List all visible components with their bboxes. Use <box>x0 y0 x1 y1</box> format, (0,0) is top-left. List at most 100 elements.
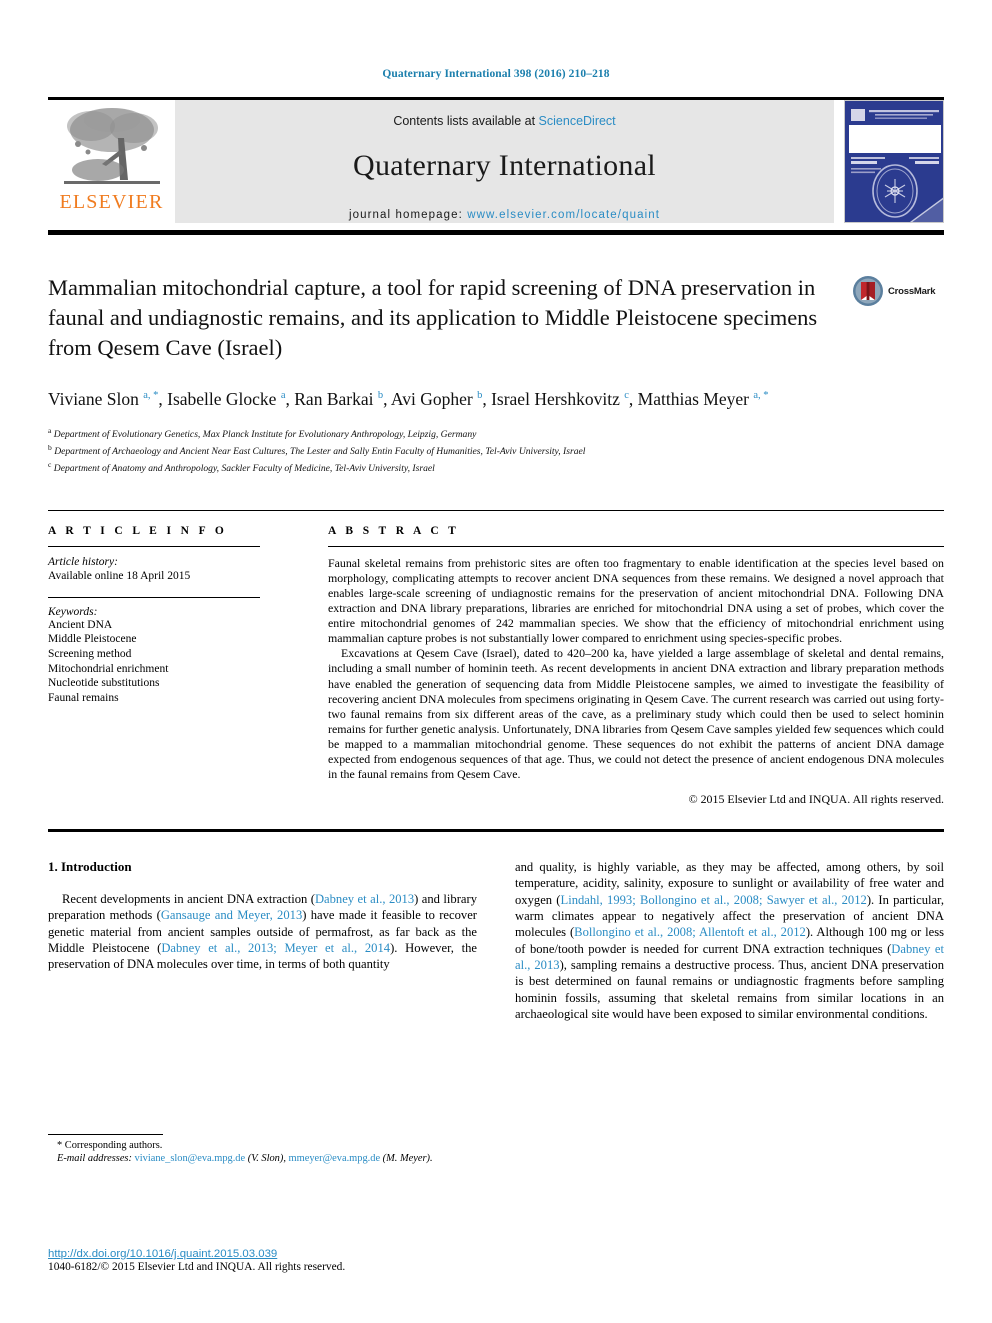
citation-link[interactable]: Dabney et al., 2013 <box>315 892 414 906</box>
affiliation-item: b Department of Archaeology and Ancient … <box>48 442 944 459</box>
keywords-label: Keywords: <box>48 605 98 618</box>
email-owner-meyer: (M. Meyer). <box>382 1153 433 1165</box>
keyword-item: Nucleotide substitutions <box>48 677 160 690</box>
affiliation-text: Department of Anatomy and Anthropology, … <box>53 462 435 474</box>
article-info-heading: A R T I C L E I N F O <box>48 524 228 537</box>
article-info-rule <box>48 545 260 547</box>
section-heading-introduction: 1. Introduction <box>48 859 132 875</box>
abstract-paragraph: Faunal skeletal remains from prehistoric… <box>328 555 944 646</box>
masthead-bottom-rule <box>48 230 944 235</box>
crossmark-badge[interactable]: CrossMark <box>852 275 944 307</box>
article-history: Article history: Available online 18 Apr… <box>48 555 260 584</box>
elsevier-tree-icon <box>63 108 160 184</box>
journal-masthead: ELSEVIER Contents lists available at Sci… <box>48 97 944 223</box>
abstract-rule <box>328 545 944 547</box>
email-owner-slon: (V. Slon), <box>247 1153 286 1165</box>
author-item: Ran Barkai b, <box>294 389 391 409</box>
keyword-item: Mitochondrial enrichment <box>48 662 169 675</box>
intro-paragraph-left: Recent developments in ancient DNA extra… <box>48 891 477 972</box>
footnote-rule <box>48 1134 163 1135</box>
journal-cover-thumbnail <box>844 100 944 223</box>
author-list: Viviane Slon a, *, Isabelle Glocke a, Ra… <box>48 383 848 412</box>
keyword-item: Faunal remains <box>48 691 119 704</box>
citation-link[interactable]: Lindahl, 1993; Bollongino et al., 2008; … <box>561 893 867 907</box>
abstract-heading: A B S T R A C T <box>328 524 460 537</box>
author-name: Avi Gopher <box>390 388 473 409</box>
author-sep: , <box>628 388 638 409</box>
doi-link[interactable]: http://dx.doi.org/10.1016/j.quaint.2015.… <box>48 1248 518 1260</box>
body-text-run: ), sampling remains a destructive proces… <box>515 957 944 1021</box>
footnote-block: * Corresponding authors. E-mail addresse… <box>48 1134 477 1166</box>
article-history-label: Article history: <box>48 555 118 568</box>
contents-available-line: Contents lists available at ScienceDirec… <box>393 114 615 128</box>
affiliation-item: a Department of Evolutionary Genetics, M… <box>48 425 944 442</box>
abstract-paragraph: Excavations at Qesem Cave (Israel), date… <box>328 646 944 782</box>
author-name: Ran Barkai <box>294 388 374 409</box>
keyword-item: Screening method <box>48 647 132 660</box>
article-page: Quaternary International 398 (2016) 210–… <box>0 0 992 1323</box>
doi-block: http://dx.doi.org/10.1016/j.quaint.2015.… <box>48 1248 518 1273</box>
abstract-copyright: © 2015 Elsevier Ltd and INQUA. All right… <box>688 792 944 807</box>
author-item: Israel Hershkovitz c, <box>491 389 638 409</box>
affiliation-mark: a <box>48 425 52 435</box>
affiliation-text: Department of Evolutionary Genetics, Max… <box>53 429 477 441</box>
corresponding-author-note: * Corresponding authors. <box>57 1140 163 1151</box>
author-sep: , <box>383 388 391 409</box>
body-text-run: Recent developments in ancient DNA extra… <box>62 892 315 907</box>
article-history-value: Available online 18 April 2015 <box>48 570 191 583</box>
author-name: Isabelle Glocke <box>167 388 277 409</box>
email-link-slon[interactable]: viviane_slon@eva.mpg.de <box>135 1153 246 1164</box>
sciencedirect-link[interactable]: ScienceDirect <box>539 114 616 128</box>
body-column-right: and quality, is highly variable, as they… <box>515 859 944 1022</box>
author-marks: a, * <box>753 390 769 401</box>
homepage-label: journal homepage: <box>348 209 463 221</box>
keywords-list: Ancient DNA Middle Pleistocene Screening… <box>48 618 260 706</box>
email-note: E-mail addresses: viviane_slon@eva.mpg.d… <box>48 1152 477 1165</box>
citation-link[interactable]: Gansauge and Meyer, 2013 <box>161 908 302 922</box>
elsevier-logo: ELSEVIER <box>48 100 175 223</box>
crossmark-icon <box>853 276 883 306</box>
email-label: E-mail addresses: <box>57 1153 132 1165</box>
author-item: Isabelle Glocke a, <box>167 389 294 409</box>
affiliation-mark: b <box>48 442 52 452</box>
author-name: Israel Hershkovitz <box>491 388 620 409</box>
affiliation-item: c Department of Anatomy and Anthropology… <box>48 459 944 476</box>
homepage-url-link[interactable]: www.elsevier.com/locate/quaint <box>467 209 660 221</box>
author-item: Viviane Slon a, *, <box>48 389 167 409</box>
author-item: Avi Gopher b, <box>391 389 491 409</box>
contents-prefix: Contents lists available at <box>393 114 536 128</box>
affiliation-list: a Department of Evolutionary Genetics, M… <box>48 425 944 476</box>
title-block: Mammalian mitochondrial capture, a tool … <box>48 273 944 476</box>
running-head: Quaternary International 398 (2016) 210–… <box>382 68 610 80</box>
affiliation-mark: c <box>48 459 52 469</box>
author-name: Viviane Slon <box>48 388 139 409</box>
keyword-item: Ancient DNA <box>48 618 113 631</box>
journal-title: Quaternary International <box>353 149 656 182</box>
keyword-item: Middle Pleistocene <box>48 633 137 646</box>
author-name: Matthias Meyer <box>637 388 749 409</box>
author-item: Matthias Meyer a, * <box>638 389 769 409</box>
crossmark-label: CrossMark <box>888 285 936 297</box>
author-sep: , <box>482 388 492 409</box>
citation-link[interactable]: Bollongino et al., 2008; Allentoft et al… <box>574 925 806 939</box>
abstract-column: A B S T R A C T Faunal skeletal remains … <box>284 525 944 807</box>
article-info-column: A R T I C L E I N F O Article history: A… <box>48 525 284 807</box>
info-abstract-region: A R T I C L E I N F O Article history: A… <box>48 509 944 807</box>
affiliation-text: Department of Archaeology and Ancient Ne… <box>54 446 586 457</box>
body-column-left: 1. Introduction Recent developments in a… <box>48 859 477 1022</box>
body-columns: 1. Introduction Recent developments in a… <box>48 859 944 1022</box>
author-sep: , <box>285 388 295 409</box>
intro-paragraph-right: and quality, is highly variable, as they… <box>515 859 944 1022</box>
keywords-block: Keywords: Ancient DNA Middle Pleistocene… <box>48 596 260 706</box>
journal-homepage-line: journal homepage: www.elsevier.com/locat… <box>349 209 660 221</box>
author-sep: , <box>158 388 168 409</box>
author-marks: a, * <box>143 390 159 401</box>
page-title: Mammalian mitochondrial capture, a tool … <box>48 275 818 360</box>
abstract-bottom-rule <box>48 829 944 833</box>
journal-cover-image <box>845 101 943 222</box>
issn-copyright-line: 1040-6182/© 2015 Elsevier Ltd and INQUA.… <box>48 1261 346 1273</box>
email-link-meyer[interactable]: mmeyer@eva.mpg.de <box>289 1153 381 1164</box>
elsevier-wordmark: ELSEVIER <box>59 191 164 213</box>
journal-band: Contents lists available at ScienceDirec… <box>175 100 834 223</box>
citation-link[interactable]: Dabney et al., 2013; Meyer et al., 2014 <box>161 941 390 955</box>
